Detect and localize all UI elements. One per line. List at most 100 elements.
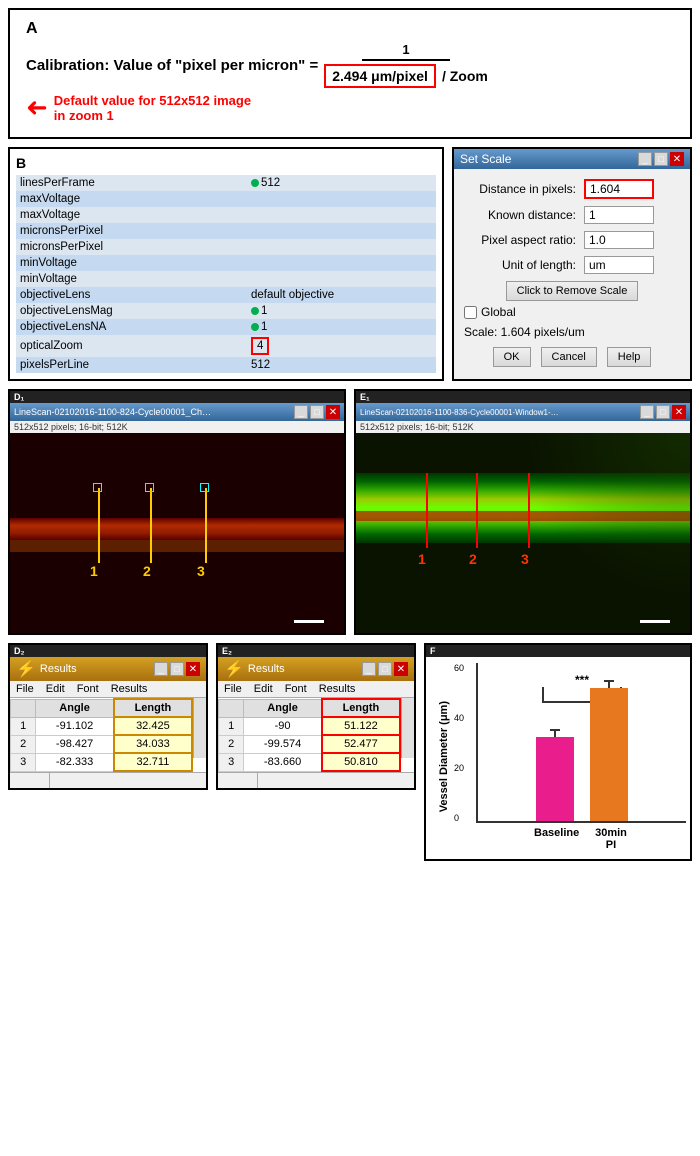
param-name-11: pixelsPerLine [16, 357, 247, 373]
d1-minimize[interactable]: _ [294, 405, 308, 419]
param-name-3: micronsPerPixel [16, 223, 247, 239]
section-c: Set Scale _ □ ✕ Distance in pixels: Know… [452, 147, 692, 381]
remove-scale-btn[interactable]: Click to Remove Scale [506, 281, 639, 301]
d2-row-2-length: 32.711 [114, 753, 192, 771]
e1-label-3: 3 [521, 551, 529, 567]
e2-menu-results[interactable]: Results [313, 681, 362, 697]
d2-win-controls[interactable]: _ □ ✕ [154, 662, 200, 676]
section-a-label: A [26, 20, 674, 38]
fraction-denominator: 2.494 μm/pixel / Zoom [324, 64, 488, 88]
measure-line-2 [150, 488, 152, 563]
param-value-11: 512 [247, 357, 436, 373]
e2-menu-font[interactable]: Font [279, 681, 313, 697]
d2-menu-font[interactable]: Font [71, 681, 105, 697]
d1-maximize[interactable]: □ [310, 405, 324, 419]
e2-section-label: E₂ [218, 645, 414, 657]
maximize-btn[interactable]: □ [654, 152, 668, 166]
param-name-0: linesPerFrame [16, 175, 247, 191]
win-controls[interactable]: _ □ ✕ [638, 152, 684, 166]
e2-menu-file[interactable]: File [218, 681, 248, 697]
close-btn[interactable]: ✕ [670, 152, 684, 166]
e2-menu-edit[interactable]: Edit [248, 681, 279, 697]
e1-close[interactable]: ✕ [672, 405, 686, 419]
param-name-10: opticalZoom [16, 335, 247, 357]
cancel-btn[interactable]: Cancel [541, 347, 597, 367]
section-b-label: B [16, 155, 436, 171]
set-scale-title: Set Scale [460, 152, 511, 166]
distance-input[interactable] [584, 179, 654, 199]
d2-close[interactable]: ✕ [186, 662, 200, 676]
param-name-6: minVoltage [16, 271, 247, 287]
e2-scrollbar[interactable] [401, 698, 414, 758]
x-label-baseline: Baseline [534, 827, 572, 851]
f-section-label: F [426, 645, 690, 657]
y-axis-label-container: Vessel Diameter (μm) [434, 663, 454, 851]
unit-input[interactable] [584, 256, 654, 274]
d2-minimize[interactable]: _ [154, 662, 168, 676]
ok-btn[interactable]: OK [493, 347, 531, 367]
d2-menu-file[interactable]: File [10, 681, 40, 697]
green-dot-8 [251, 307, 259, 315]
zoom-highlight: 4 [251, 337, 269, 355]
param-value-1 [247, 191, 436, 207]
d2-menu-edit[interactable]: Edit [40, 681, 71, 697]
d2-menu: File Edit Font Results [10, 681, 206, 698]
distance-row: Distance in pixels: [464, 179, 680, 199]
param-name-1: maxVoltage [16, 191, 247, 207]
e2-win-controls[interactable]: _ □ ✕ [362, 662, 408, 676]
d2-col-num [11, 699, 36, 717]
e1-maximize[interactable]: □ [656, 405, 670, 419]
cyan-sq-1a [93, 483, 102, 492]
known-input[interactable] [584, 206, 654, 224]
e2-minimize[interactable]: _ [362, 662, 376, 676]
section-e1: E₁ LineScan-02102016-1100-836-Cycle00001… [354, 389, 692, 635]
green-dot-0 [251, 179, 259, 187]
e1-minimize[interactable]: _ [640, 405, 654, 419]
global-checkbox[interactable] [464, 306, 477, 319]
measure-label-3: 3 [197, 563, 205, 579]
e1-win-controls[interactable]: _ □ ✕ [640, 405, 686, 419]
e2-maximize[interactable]: □ [378, 662, 392, 676]
red-arrow-icon: ➜ [26, 92, 48, 123]
param-value-6 [247, 271, 436, 287]
known-row: Known distance: [464, 206, 680, 224]
e2-row-1-num: 2 [219, 735, 244, 753]
param-value-0: 512 [247, 175, 436, 191]
d2-menu-results[interactable]: Results [105, 681, 154, 697]
y-tick-0: 0 [454, 813, 476, 823]
minimize-btn[interactable]: _ [638, 152, 652, 166]
e1-image-area: 1 2 3 [356, 433, 690, 633]
e1-titlebar: LineScan-02102016-1100-836-Cycle00001-Wi… [356, 403, 690, 421]
d2-table: Angle Length 1-91.10232.4252-98.42734.03… [10, 698, 193, 772]
aspect-label: Pixel aspect ratio: [464, 233, 584, 247]
d1-close[interactable]: ✕ [326, 405, 340, 419]
d1-win-controls[interactable]: _ □ ✕ [294, 405, 340, 419]
vessel-band [10, 518, 344, 540]
param-value-10: 4 [247, 335, 436, 357]
d2-col-angle: Angle [36, 699, 114, 717]
e1-title: LineScan-02102016-1100-836-Cycle00001-Wi… [360, 408, 560, 417]
e2-title: Results [248, 663, 285, 675]
param-value-9: 1 [247, 319, 436, 335]
default-label: Default value for 512x512 image in zoom … [54, 93, 251, 123]
d2-maximize[interactable]: □ [170, 662, 184, 676]
e1-measure-1 [426, 473, 428, 548]
y-labels: 0 20 40 60 [454, 663, 476, 823]
d2-row-1-angle: -98.427 [36, 735, 114, 753]
aspect-input[interactable] [584, 231, 654, 249]
param-name-4: micronsPerPixel [16, 239, 247, 255]
e1-section-label: E₁ [356, 391, 690, 403]
d1-title: LineScan-02102016-1100-824-Cycle00001_Ch… [14, 407, 214, 417]
help-btn[interactable]: Help [607, 347, 652, 367]
measure-line-1 [98, 488, 100, 563]
d2-row-1-length: 34.033 [114, 735, 192, 753]
bar-baseline [536, 737, 574, 821]
arrow-row: ➜ Default value for 512x512 image in zoo… [26, 92, 674, 123]
e2-row-1-angle: -99.574 [244, 735, 322, 753]
d2-scrollbar[interactable] [193, 698, 206, 758]
measure-label-1: 1 [90, 563, 98, 579]
d2-section-label: D₂ [10, 645, 206, 657]
ok-cancel-row: OK Cancel Help [464, 347, 680, 373]
e2-close[interactable]: ✕ [394, 662, 408, 676]
section-b: B linesPerFrame512maxVoltagemaxVoltagemi… [8, 147, 444, 381]
